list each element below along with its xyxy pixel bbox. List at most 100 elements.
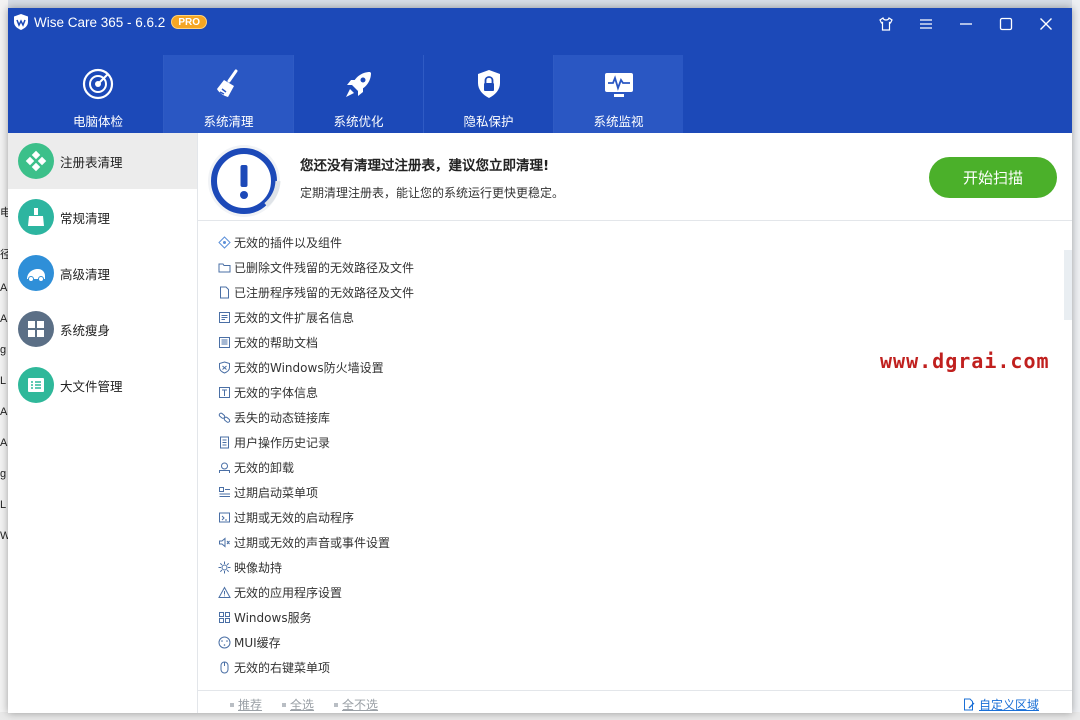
bg-text: A: [0, 437, 8, 449]
recommend-link[interactable]: 推荐: [230, 696, 262, 713]
bg-text: L: [0, 375, 7, 387]
maximize-icon: [999, 17, 1013, 31]
list-item[interactable]: 无效的插件以及组件: [198, 230, 1072, 255]
tab-system-monitor[interactable]: 系统监视: [553, 55, 683, 133]
watermark-text: www.dgrai.com: [880, 349, 1050, 373]
item-label: 映像劫持: [234, 561, 283, 575]
bg-text: g: [0, 468, 7, 480]
list-item[interactable]: 过期或无效的启动程序: [198, 505, 1072, 530]
edit-doc-icon: [964, 698, 975, 711]
radar-icon: [81, 67, 115, 101]
pro-badge: PRO: [171, 15, 207, 29]
item-label: 无效的帮助文档: [234, 336, 319, 350]
item-label: 已注册程序残留的无效路径及文件: [234, 286, 415, 300]
start-scan-button[interactable]: 开始扫描: [929, 157, 1057, 198]
services-icon: [217, 611, 231, 625]
bullet-icon: [230, 702, 234, 707]
list-item[interactable]: 用户操作历史记录: [198, 430, 1072, 455]
main-tabs: 电脑体检 系统清理 系统优化 隐私保护 系统监视: [33, 55, 683, 133]
sidebar-item-large-files[interactable]: 大文件管理: [8, 357, 197, 413]
select-none-label: 全不选: [342, 698, 379, 712]
item-label: Windows服务: [234, 611, 312, 625]
bg-text: A: [0, 313, 8, 325]
lock-shield-icon: [472, 67, 506, 101]
list-item[interactable]: 无效的文件扩展名信息: [198, 305, 1072, 330]
bullet-icon: [282, 702, 287, 707]
item-label: 无效的字体信息: [234, 386, 319, 400]
bg-text: g: [0, 344, 7, 356]
tab-label: 系统清理: [203, 114, 254, 129]
list-item[interactable]: 已注册程序残留的无效路径及文件: [198, 280, 1072, 305]
menu-button[interactable]: [906, 10, 946, 38]
list-item[interactable]: 无效的应用程序设置: [198, 580, 1072, 605]
maximize-button[interactable]: [986, 10, 1026, 38]
rocket-icon: [342, 67, 376, 101]
tab-label: 隐私保护: [463, 114, 514, 129]
custom-area-label: 自定义区域: [979, 698, 1040, 712]
list-item[interactable]: Windows服务: [198, 605, 1072, 630]
windows-icon: [18, 311, 54, 347]
background-taskbar-edge: [0, 712, 1080, 720]
list-item[interactable]: 过期或无效的声音或事件设置: [198, 530, 1072, 555]
item-label: 用户操作历史记录: [234, 436, 331, 450]
menu-icon: [920, 19, 932, 29]
sidebar-item-regular-clean[interactable]: 常规清理: [8, 189, 197, 245]
item-label: 过期或无效的启动程序: [234, 511, 355, 525]
content-panel: 您还没有清理过注册表，建议您立即清理! 定期清理注册表，能让您的系统运行更快更稳…: [198, 133, 1072, 713]
app-title: Wise Care 365 - 6.6.2: [34, 14, 166, 30]
file-list-icon: [18, 367, 54, 403]
sidebar-item-registry-clean[interactable]: 注册表清理: [8, 133, 197, 189]
tab-system-optimize[interactable]: 系统优化: [293, 55, 423, 133]
cache-icon: [217, 636, 231, 650]
list-item[interactable]: 丢失的动态链接库: [198, 405, 1072, 430]
gear-icon: [217, 561, 231, 575]
warning-icon: [217, 586, 231, 600]
list-item[interactable]: MUI缓存: [198, 630, 1072, 655]
list-item[interactable]: 已删除文件残留的无效路径及文件: [198, 255, 1072, 280]
item-label: 无效的右键菜单项: [234, 661, 331, 675]
monitor-icon: [602, 67, 636, 101]
select-none-link[interactable]: 全不选: [334, 696, 378, 713]
recommend-label: 推荐: [238, 698, 263, 712]
item-label: 无效的应用程序设置: [234, 586, 343, 600]
item-label: 过期或无效的声音或事件设置: [234, 536, 391, 550]
skin-button[interactable]: [866, 10, 906, 38]
background-scrollbar: [1064, 250, 1072, 320]
sidebar-item-label: 系统瘦身: [60, 322, 111, 338]
sound-icon: [217, 536, 231, 550]
tab-label: 系统优化: [333, 114, 384, 129]
sidebar-item-system-slim[interactable]: 系统瘦身: [8, 301, 197, 357]
folder-icon: [217, 261, 231, 275]
sidebar-item-label: 注册表清理: [60, 154, 123, 170]
status-subtitle: 定期清理注册表，能让您的系统运行更快更稳定。: [300, 186, 565, 200]
minimize-icon: [960, 23, 972, 25]
tab-label: 系统监视: [593, 114, 644, 129]
sidebar-item-label: 高级清理: [60, 266, 111, 282]
tab-pc-checkup[interactable]: 电脑体检: [33, 55, 163, 133]
item-label: MUI缓存: [234, 636, 281, 650]
window-controls: [866, 10, 1066, 38]
mouse-icon: [217, 661, 231, 675]
list-item[interactable]: 无效的卸载: [198, 455, 1072, 480]
list-item[interactable]: 映像劫持: [198, 555, 1072, 580]
list-item[interactable]: 无效的右键菜单项: [198, 655, 1072, 680]
custom-area-link[interactable]: 自定义区域: [963, 696, 1039, 713]
status-header: 您还没有清理过注册表，建议您立即清理! 定期清理注册表，能让您的系统运行更快更稳…: [198, 133, 1072, 221]
uninstall-icon: [217, 461, 231, 475]
tab-privacy[interactable]: 隐私保护: [423, 55, 553, 133]
list-item[interactable]: 过期启动菜单项: [198, 480, 1072, 505]
footer-bar: 推荐 全选 全不选 自定义区域: [198, 690, 1072, 713]
item-label: 无效的卸载: [234, 461, 295, 475]
select-all-label: 全选: [290, 698, 315, 712]
background-window-edge-right: [1072, 0, 1080, 720]
list-item[interactable]: 无效的字体信息: [198, 380, 1072, 405]
minimize-button[interactable]: [946, 10, 986, 38]
bg-text: L: [0, 499, 7, 511]
status-title: 您还没有清理过注册表，建议您立即清理!: [300, 158, 550, 174]
startup-icon: [217, 511, 231, 525]
close-button[interactable]: [1026, 10, 1066, 38]
select-all-link[interactable]: 全选: [282, 696, 314, 713]
sidebar-item-advanced-clean[interactable]: 高级清理: [8, 245, 197, 301]
start-menu-icon: [217, 486, 231, 500]
tab-system-clean[interactable]: 系统清理: [163, 55, 293, 133]
